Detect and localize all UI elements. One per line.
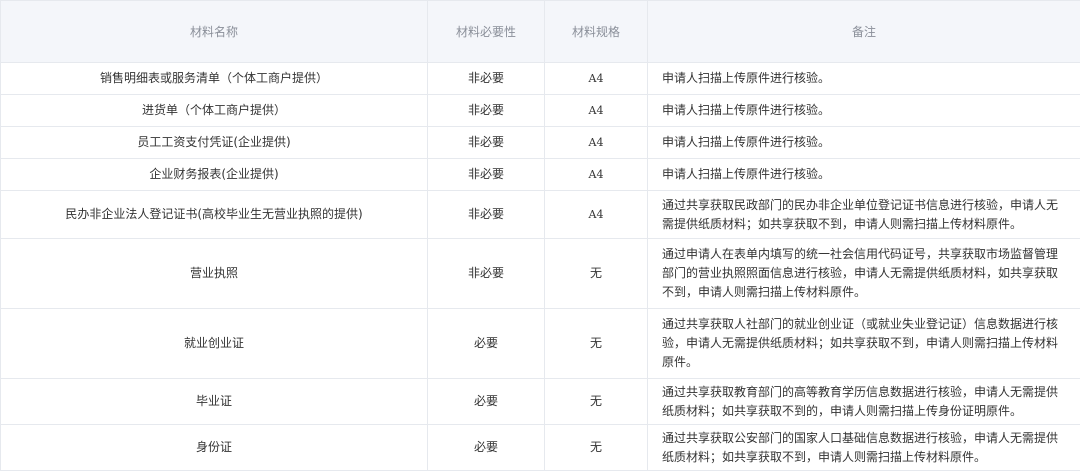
table-row: 身份证 必要 无 通过共享获取公安部门的国家人口基础信息数据进行核验，申请人无需… bbox=[0, 424, 1080, 471]
material-name: 营业执照 bbox=[0, 238, 428, 309]
material-spec: 无 bbox=[544, 424, 648, 471]
material-remark: 通过共享获取民政部门的民办非企业单位登记证书信息进行核验，申请人无需提供纸质材料… bbox=[647, 190, 1080, 239]
material-necessity: 必要 bbox=[427, 378, 545, 425]
material-necessity: 非必要 bbox=[427, 62, 545, 95]
header-remark: 备注 bbox=[647, 0, 1080, 63]
material-remark: 通过共享获取公安部门的国家人口基础信息数据进行核验，申请人无需提供纸质材料；如共… bbox=[647, 424, 1080, 471]
material-spec: A4 bbox=[544, 158, 648, 191]
material-remark: 申请人扫描上传原件进行核验。 bbox=[647, 158, 1080, 191]
table-row: 进货单（个体工商户提供） 非必要 A4 申请人扫描上传原件进行核验。 bbox=[0, 94, 1080, 127]
material-spec: A4 bbox=[544, 190, 648, 239]
material-remark: 通过申请人在表单内填写的统一社会信用代码证号，共享获取市场监督管理部门的营业执照… bbox=[647, 238, 1080, 309]
material-spec: A4 bbox=[544, 62, 648, 95]
material-name: 员工工资支付凭证(企业提供) bbox=[0, 126, 428, 159]
table-row: 营业执照 非必要 无 通过申请人在表单内填写的统一社会信用代码证号，共享获取市场… bbox=[0, 238, 1080, 309]
material-remark: 申请人扫描上传原件进行核验。 bbox=[647, 126, 1080, 159]
material-spec: A4 bbox=[544, 94, 648, 127]
material-spec: 无 bbox=[544, 308, 648, 379]
material-necessity: 必要 bbox=[427, 424, 545, 471]
table-row: 毕业证 必要 无 通过共享获取教育部门的高等教育学历信息数据进行核验，申请人无需… bbox=[0, 378, 1080, 425]
material-necessity: 非必要 bbox=[427, 238, 545, 309]
material-name: 身份证 bbox=[0, 424, 428, 471]
material-name: 民办非企业法人登记证书(高校毕业生无营业执照的提供) bbox=[0, 190, 428, 239]
material-spec: 无 bbox=[544, 238, 648, 309]
material-name: 企业财务报表(企业提供) bbox=[0, 158, 428, 191]
material-necessity: 非必要 bbox=[427, 190, 545, 239]
material-name: 就业创业证 bbox=[0, 308, 428, 379]
table-row: 就业创业证 必要 无 通过共享获取人社部门的就业创业证（或就业失业登记证）信息数… bbox=[0, 308, 1080, 379]
header-necessity: 材料必要性 bbox=[427, 0, 545, 63]
material-spec: 无 bbox=[544, 378, 648, 425]
table-row: 企业财务报表(企业提供) 非必要 A4 申请人扫描上传原件进行核验。 bbox=[0, 158, 1080, 191]
material-remark: 通过共享获取教育部门的高等教育学历信息数据进行核验，申请人无需提供纸质材料；如共… bbox=[647, 378, 1080, 425]
material-name: 进货单（个体工商户提供） bbox=[0, 94, 428, 127]
table-row: 民办非企业法人登记证书(高校毕业生无营业执照的提供) 非必要 A4 通过共享获取… bbox=[0, 190, 1080, 239]
header-spec: 材料规格 bbox=[544, 0, 648, 63]
material-necessity: 非必要 bbox=[427, 158, 545, 191]
table-header-row: 材料名称 材料必要性 材料规格 备注 bbox=[0, 0, 1080, 63]
material-remark: 申请人扫描上传原件进行核验。 bbox=[647, 94, 1080, 127]
table-row: 销售明细表或服务清单（个体工商户提供） 非必要 A4 申请人扫描上传原件进行核验… bbox=[0, 62, 1080, 95]
material-name: 毕业证 bbox=[0, 378, 428, 425]
header-material-name: 材料名称 bbox=[0, 0, 428, 63]
material-spec: A4 bbox=[544, 126, 648, 159]
material-name: 销售明细表或服务清单（个体工商户提供） bbox=[0, 62, 428, 95]
material-necessity: 非必要 bbox=[427, 126, 545, 159]
material-remark: 通过共享获取人社部门的就业创业证（或就业失业登记证）信息数据进行核验，申请人无需… bbox=[647, 308, 1080, 379]
material-remark: 申请人扫描上传原件进行核验。 bbox=[647, 62, 1080, 95]
table-row: 员工工资支付凭证(企业提供) 非必要 A4 申请人扫描上传原件进行核验。 bbox=[0, 126, 1080, 159]
material-necessity: 非必要 bbox=[427, 94, 545, 127]
materials-table: 材料名称 材料必要性 材料规格 备注 销售明细表或服务清单（个体工商户提供） 非… bbox=[0, 0, 1080, 471]
material-necessity: 必要 bbox=[427, 308, 545, 379]
